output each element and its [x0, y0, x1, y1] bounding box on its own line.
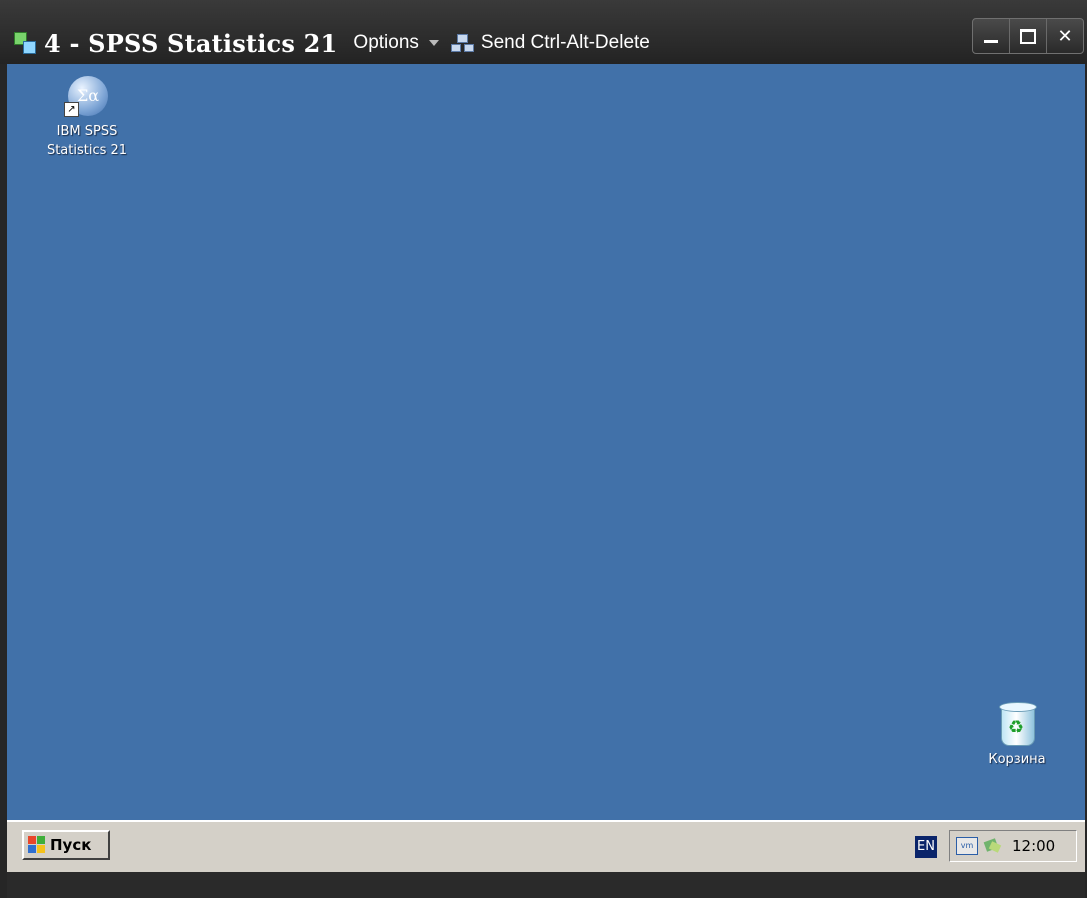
- options-menu[interactable]: Options: [353, 32, 439, 54]
- vmware-tools-icon[interactable]: vm: [956, 837, 978, 855]
- shortcut-arrow-icon: ↗: [64, 102, 79, 117]
- taskbar: Пуск EN vm 12:00: [7, 820, 1085, 874]
- network-tray-icon[interactable]: [983, 837, 1002, 855]
- recycle-bin-label: Корзина: [988, 752, 1046, 767]
- window-controls: ✕: [972, 18, 1084, 54]
- maximize-icon: [1020, 28, 1036, 44]
- window-bottom-border: [7, 872, 1085, 898]
- remote-desktop[interactable]: Σα ↗ IBM SPSS Statistics 21 ♻ Корзина: [7, 64, 1085, 820]
- network-icon: [450, 34, 474, 52]
- options-label: Options: [353, 32, 419, 53]
- window-title: 4 - SPSS Statistics 21: [44, 28, 338, 58]
- clock[interactable]: 12:00: [1012, 837, 1055, 855]
- start-button[interactable]: Пуск: [22, 830, 110, 860]
- desktop-icon-label: IBM SPSS Statistics 21: [27, 122, 147, 160]
- language-indicator[interactable]: EN: [915, 836, 937, 858]
- title-group: 4 - SPSS Statistics 21 Options Send Ctrl…: [14, 28, 650, 58]
- spss-label-line1: IBM SPSS: [56, 124, 118, 139]
- vm-console-window: 4 - SPSS Statistics 21 Options Send Ctrl…: [0, 0, 1087, 898]
- system-tray: vm 12:00: [949, 830, 1077, 862]
- close-icon: ✕: [1057, 25, 1073, 47]
- send-cad-label: Send Ctrl-Alt-Delete: [480, 32, 650, 53]
- vm-console-icon: [14, 32, 36, 54]
- spss-icon: Σα ↗: [64, 72, 110, 118]
- spss-label-line2: Statistics 21: [46, 143, 128, 158]
- maximize-button[interactable]: [1010, 19, 1047, 53]
- start-label: Пуск: [50, 836, 92, 854]
- send-ctrl-alt-delete-button[interactable]: Send Ctrl-Alt-Delete: [450, 32, 650, 54]
- chevron-down-icon: [428, 40, 439, 46]
- desktop-icon-ibm-spss[interactable]: Σα ↗ IBM SPSS Statistics 21: [27, 72, 147, 160]
- close-button[interactable]: ✕: [1047, 19, 1083, 53]
- title-bar: 4 - SPSS Statistics 21 Options Send Ctrl…: [0, 0, 1087, 64]
- desktop-icon-recycle-bin[interactable]: ♻ Корзина: [967, 700, 1067, 769]
- minimize-button[interactable]: [973, 19, 1010, 53]
- windows-logo-icon: [28, 836, 46, 854]
- recycle-bin-icon: ♻: [997, 700, 1037, 746]
- minimize-icon: [984, 39, 998, 43]
